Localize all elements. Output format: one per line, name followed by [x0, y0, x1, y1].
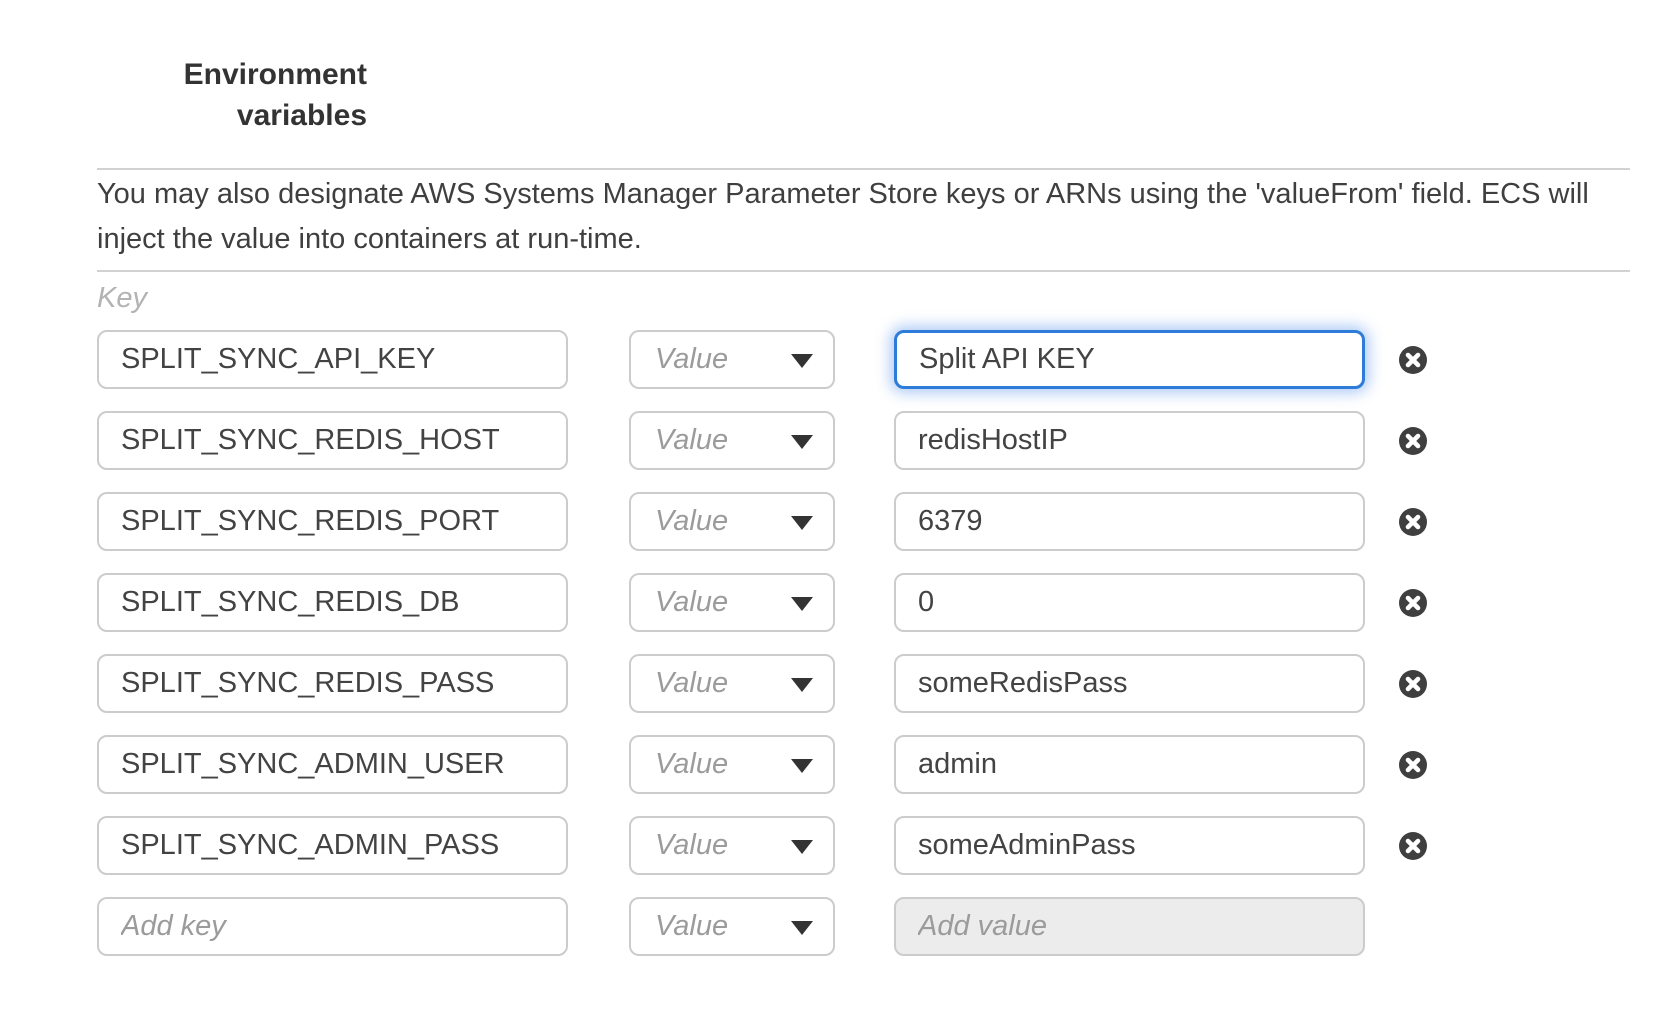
add-value-input[interactable] [894, 897, 1365, 956]
remove-row-button[interactable] [1398, 669, 1428, 699]
env-value-input[interactable] [894, 816, 1365, 875]
env-value-input[interactable] [894, 411, 1365, 470]
remove-row-button[interactable] [1398, 831, 1428, 861]
value-type-dropdown[interactable]: Value [629, 816, 835, 875]
env-key-input[interactable] [97, 330, 568, 389]
caret-down-icon [791, 759, 813, 773]
value-type-dropdown[interactable]: Value [629, 411, 835, 470]
remove-row-button[interactable] [1398, 426, 1428, 456]
caret-down-icon [791, 516, 813, 530]
caret-down-icon [791, 354, 813, 368]
section-label: Environment variables [97, 54, 367, 136]
env-value-input[interactable] [894, 573, 1365, 632]
env-value-input[interactable] [894, 654, 1365, 713]
value-type-dropdown[interactable]: Value [629, 735, 835, 794]
env-variable-row: Value [97, 573, 1497, 632]
caret-down-icon [791, 921, 813, 935]
env-variable-row: Value [97, 735, 1497, 794]
circle-x-icon [1398, 507, 1428, 537]
env-variable-row: Value [97, 411, 1497, 470]
env-key-input[interactable] [97, 411, 568, 470]
env-value-input[interactable] [894, 492, 1365, 551]
env-value-input[interactable] [894, 330, 1365, 389]
section-label-line1: Environment [97, 54, 367, 95]
remove-row-button[interactable] [1398, 750, 1428, 780]
value-type-selected-label: Value [655, 343, 728, 376]
value-type-selected-label: Value [655, 424, 728, 457]
env-variable-row: Value [97, 654, 1497, 713]
value-type-dropdown[interactable]: Value [629, 492, 835, 551]
value-type-selected-label: Value [655, 748, 728, 781]
value-type-selected-label: Value [655, 910, 728, 943]
remove-row-button[interactable] [1398, 345, 1428, 375]
value-type-dropdown[interactable]: Value [629, 897, 835, 956]
caret-down-icon [791, 597, 813, 611]
env-variable-rows: Value Value Value Value Value Value Value Value [97, 330, 1497, 978]
add-env-variable-row: Value [97, 897, 1497, 956]
circle-x-icon [1398, 669, 1428, 699]
circle-x-icon [1398, 831, 1428, 861]
circle-x-icon [1398, 345, 1428, 375]
circle-x-icon [1398, 750, 1428, 780]
env-key-input[interactable] [97, 492, 568, 551]
value-type-selected-label: Value [655, 586, 728, 619]
value-type-selected-label: Value [655, 505, 728, 538]
remove-row-button[interactable] [1398, 588, 1428, 618]
value-type-selected-label: Value [655, 667, 728, 700]
section-description: You may also designate AWS Systems Manag… [97, 172, 1637, 262]
middle-divider [97, 270, 1630, 272]
env-variable-row: Value [97, 492, 1497, 551]
remove-row-button[interactable] [1398, 507, 1428, 537]
env-key-input[interactable] [97, 816, 568, 875]
circle-x-icon [1398, 426, 1428, 456]
env-variable-row: Value [97, 330, 1497, 389]
caret-down-icon [791, 840, 813, 854]
ecs-environment-variables-section: Environment variables You may also desig… [0, 0, 1678, 1018]
section-label-line2: variables [97, 95, 367, 136]
value-type-dropdown[interactable]: Value [629, 330, 835, 389]
circle-x-icon [1398, 588, 1428, 618]
env-key-input[interactable] [97, 735, 568, 794]
key-column-label: Key [97, 282, 147, 315]
env-variable-row: Value [97, 816, 1497, 875]
caret-down-icon [791, 678, 813, 692]
env-key-input[interactable] [97, 573, 568, 632]
add-key-input[interactable] [97, 897, 568, 956]
value-type-dropdown[interactable]: Value [629, 573, 835, 632]
env-key-input[interactable] [97, 654, 568, 713]
caret-down-icon [791, 435, 813, 449]
top-divider [97, 168, 1630, 170]
env-value-input[interactable] [894, 735, 1365, 794]
value-type-selected-label: Value [655, 829, 728, 862]
value-type-dropdown[interactable]: Value [629, 654, 835, 713]
